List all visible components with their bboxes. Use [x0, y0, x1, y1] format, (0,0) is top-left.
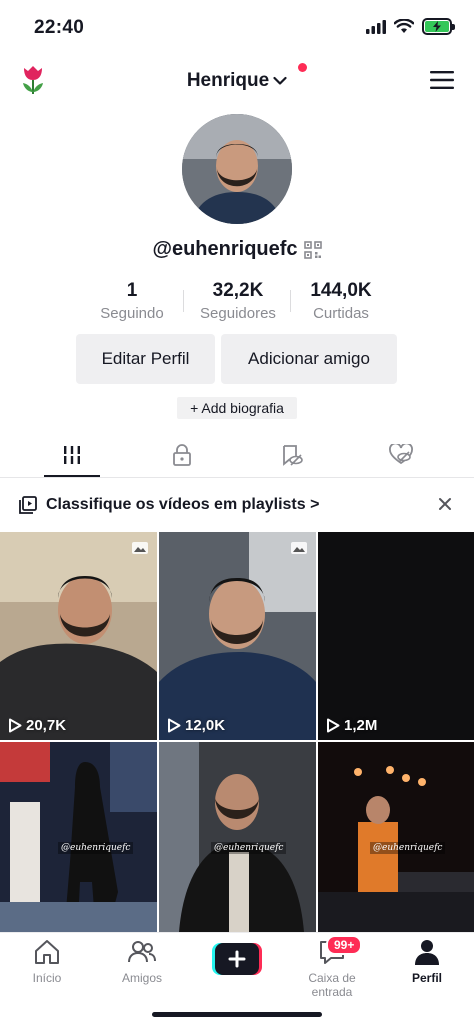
playlist-banner-text[interactable]: Classifique os vídeos em playlists >	[46, 496, 319, 514]
video-thumbnail	[159, 532, 316, 740]
nav-label: Amigos	[121, 971, 162, 985]
photo-icon	[291, 542, 307, 554]
content-tabs	[0, 432, 474, 478]
notification-dot	[298, 63, 307, 72]
status-time: 22:40	[34, 17, 85, 38]
qr-code-icon[interactable]	[303, 240, 322, 259]
stat-likes[interactable]: 144,0K Curtidas	[300, 280, 382, 322]
video-thumbnail	[159, 742, 316, 932]
video-watermark: @euhenriquefc	[58, 842, 134, 854]
video-tile[interactable]: 12,0K	[159, 532, 316, 740]
playlist-icon	[19, 496, 37, 514]
video-watermark: @euhenriquefc	[370, 842, 446, 854]
video-tile[interactable]: 1,2M	[318, 532, 474, 740]
stat-label: Seguidores	[200, 305, 276, 322]
close-icon[interactable]	[436, 495, 454, 513]
edit-profile-button[interactable]: Editar Perfil	[76, 334, 215, 384]
video-thumbnail	[0, 742, 157, 932]
video-tile[interactable]: @euhenriquefc	[318, 742, 474, 932]
stat-value: 32,2K	[212, 280, 264, 301]
header-title: Henrique	[186, 70, 270, 91]
status-bar: 22:40	[0, 0, 474, 56]
stat-label: Curtidas	[313, 305, 369, 322]
divider	[183, 290, 184, 312]
video-tile[interactable]: @euhenriquefc	[159, 742, 316, 932]
friends-icon	[128, 941, 156, 963]
home-indicator	[152, 1012, 322, 1017]
profile-icon	[415, 940, 439, 965]
play-icon	[9, 718, 22, 733]
profile-stats: 1 Seguindo 32,2K Seguidores 144,0K Curti…	[0, 280, 474, 324]
play-icon	[168, 718, 181, 733]
stat-following[interactable]: 1 Seguindo	[96, 280, 168, 322]
view-count-text: 12,0K	[185, 717, 226, 734]
nav-label: Início	[32, 971, 62, 985]
video-thumbnail	[318, 742, 474, 932]
active-tab-indicator	[44, 475, 100, 477]
nav-profile[interactable]: Perfil	[382, 937, 472, 985]
view-count-text: 1,2M	[344, 717, 378, 734]
video-watermark: @euhenriquefc	[211, 842, 287, 854]
view-count: 20,7K	[8, 717, 66, 734]
profile-header: Henrique	[0, 56, 474, 108]
wifi-icon	[394, 19, 414, 33]
inbox-badge: 99+	[326, 935, 363, 955]
videos-grid-icon	[62, 446, 82, 464]
username-row: @euhenriquefc	[0, 238, 474, 261]
hidden-icon	[283, 445, 303, 466]
battery-icon	[422, 18, 455, 35]
nav-home[interactable]: Início	[2, 937, 92, 985]
lock-icon	[173, 444, 191, 466]
signal-icon	[366, 19, 386, 34]
stat-value: 144,0K	[310, 280, 372, 301]
tab-hidden[interactable]	[277, 442, 307, 468]
nav-label: Perfil	[411, 971, 442, 985]
nav-label: Caixa de entrada	[308, 971, 356, 999]
username: @euhenriquefc	[152, 238, 298, 260]
hamburger-menu-icon[interactable]	[430, 70, 454, 90]
video-thumbnail	[318, 532, 474, 740]
stat-followers[interactable]: 32,2K Seguidores	[195, 280, 281, 322]
stat-label: Seguindo	[100, 305, 164, 322]
status-icons	[366, 18, 455, 35]
video-thumbnail	[0, 532, 157, 740]
tab-liked[interactable]	[386, 442, 416, 468]
avatar[interactable]	[182, 114, 292, 224]
add-bio-button[interactable]: + Add biografia	[177, 397, 297, 419]
tab-videos[interactable]	[57, 442, 87, 468]
photo-icon	[132, 542, 148, 554]
liked-icon	[389, 444, 413, 465]
create-button[interactable]	[212, 943, 262, 975]
tab-private[interactable]	[167, 442, 197, 468]
video-tile[interactable]: 20,7K	[0, 532, 157, 740]
view-count: 12,0K	[167, 717, 225, 734]
view-count: 1,2M	[326, 717, 377, 734]
chevron-down-icon	[273, 76, 287, 85]
add-friend-button[interactable]: Adicionar amigo	[221, 334, 397, 384]
home-icon	[35, 940, 59, 964]
view-count-text: 20,7K	[26, 717, 67, 734]
account-switcher[interactable]: Henrique	[0, 70, 474, 92]
playlist-banner: Classifique os vídeos em playlists >	[0, 478, 474, 532]
divider	[290, 290, 291, 312]
play-icon	[327, 718, 340, 733]
video-tile[interactable]: @euhenriquefc	[0, 742, 157, 932]
nav-friends[interactable]: Amigos	[97, 937, 187, 985]
stat-value: 1	[126, 280, 138, 301]
